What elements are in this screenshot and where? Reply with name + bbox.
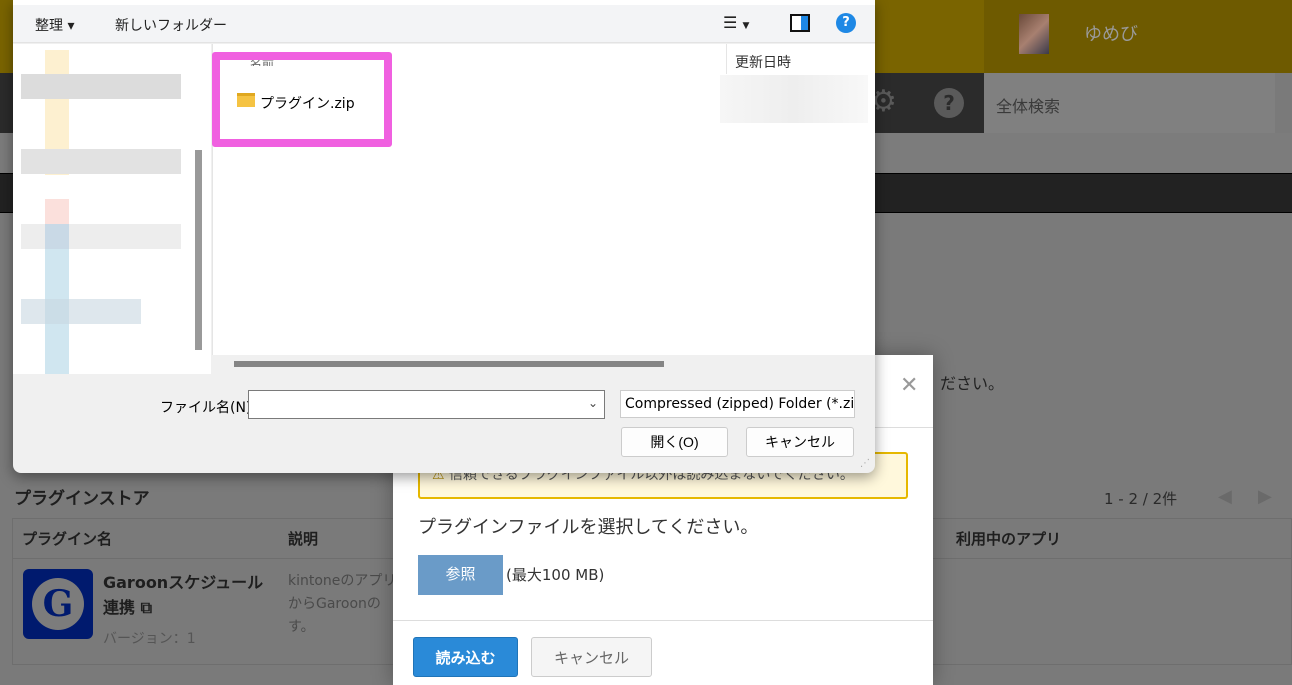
- column-header: プラグイン名: [22, 530, 113, 548]
- close-icon[interactable]: ✕: [900, 373, 918, 398]
- modified-date-blurred: [720, 75, 868, 123]
- instruction-text: ださい。: [940, 374, 1005, 393]
- select-instruction: プラグインファイルを選択してください。: [418, 517, 759, 538]
- column-header: 利用中のアプリ: [956, 530, 1062, 548]
- filename-label: ファイル名(N):: [160, 400, 257, 416]
- view-menu-icon[interactable]: ☰ ▼: [723, 13, 749, 32]
- column-header-modified[interactable]: 更新日時: [735, 52, 791, 72]
- organize-menu[interactable]: 整理 ▾: [35, 15, 74, 35]
- new-folder-button[interactable]: 新しいフォルダー: [115, 15, 227, 35]
- filetype-value[interactable]: Compressed (zipped) Folder (*.zip): [625, 396, 854, 412]
- divider: [393, 620, 933, 621]
- scrollbar-thumb[interactable]: [234, 361, 664, 367]
- resize-grip-icon[interactable]: ⋰: [860, 458, 870, 469]
- preview-pane-icon[interactable]: [790, 14, 810, 32]
- dialog-toolbar: 整理 ▾ 新しいフォルダー ☰ ▼ ?: [13, 5, 875, 43]
- avatar[interactable]: [1019, 14, 1049, 54]
- next-arrow-icon[interactable]: ▶: [1258, 486, 1272, 507]
- nav-scrollbar[interactable]: [195, 150, 202, 350]
- open-button[interactable]: 開く(O): [621, 427, 728, 457]
- file-item[interactable]: プラグイン.zip: [260, 93, 355, 113]
- max-size-text: (最大100 MB): [506, 566, 605, 584]
- plugin-description: kintoneのアプリからGaroonのす。: [288, 573, 397, 635]
- plugin-name[interactable]: Garoonスケジュール連携 ⧉: [103, 570, 273, 620]
- dialog-cancel-button[interactable]: キャンセル: [746, 427, 854, 457]
- chevron-down-icon[interactable]: ⌄: [588, 396, 598, 410]
- horizontal-scrollbar[interactable]: [212, 355, 875, 372]
- filetype-select[interactable]: Compressed (zipped) Folder (*.zip): [620, 390, 855, 418]
- load-button[interactable]: 読み込む: [413, 637, 518, 677]
- browse-button[interactable]: 参照: [418, 555, 503, 595]
- pagination: 1 - 2 / 2件: [1104, 490, 1178, 508]
- plugin-icon-letter: G: [32, 578, 84, 630]
- cancel-button[interactable]: キャンセル: [531, 637, 652, 677]
- plugin-name-text[interactable]: Garoonスケジュール連携: [103, 573, 263, 617]
- filename-input[interactable]: ⌄: [248, 390, 605, 419]
- prev-arrow-icon[interactable]: ◀: [1218, 486, 1232, 507]
- user-name[interactable]: ゆめび: [1084, 20, 1138, 46]
- plugin-icon: G: [23, 569, 93, 639]
- help-icon[interactable]: ?: [836, 13, 856, 33]
- help-icon[interactable]: ?: [934, 88, 964, 118]
- plugin-version: バージョン：1: [103, 631, 196, 647]
- zip-folder-icon: [237, 93, 255, 107]
- global-search-input[interactable]: 全体検索: [984, 73, 1275, 133]
- navigation-pane[interactable]: [13, 44, 211, 374]
- column-header: 説明: [288, 530, 319, 548]
- external-link-icon[interactable]: ⧉: [141, 598, 152, 617]
- column-separator: [726, 44, 727, 74]
- section-title: プラグインストア: [14, 489, 150, 509]
